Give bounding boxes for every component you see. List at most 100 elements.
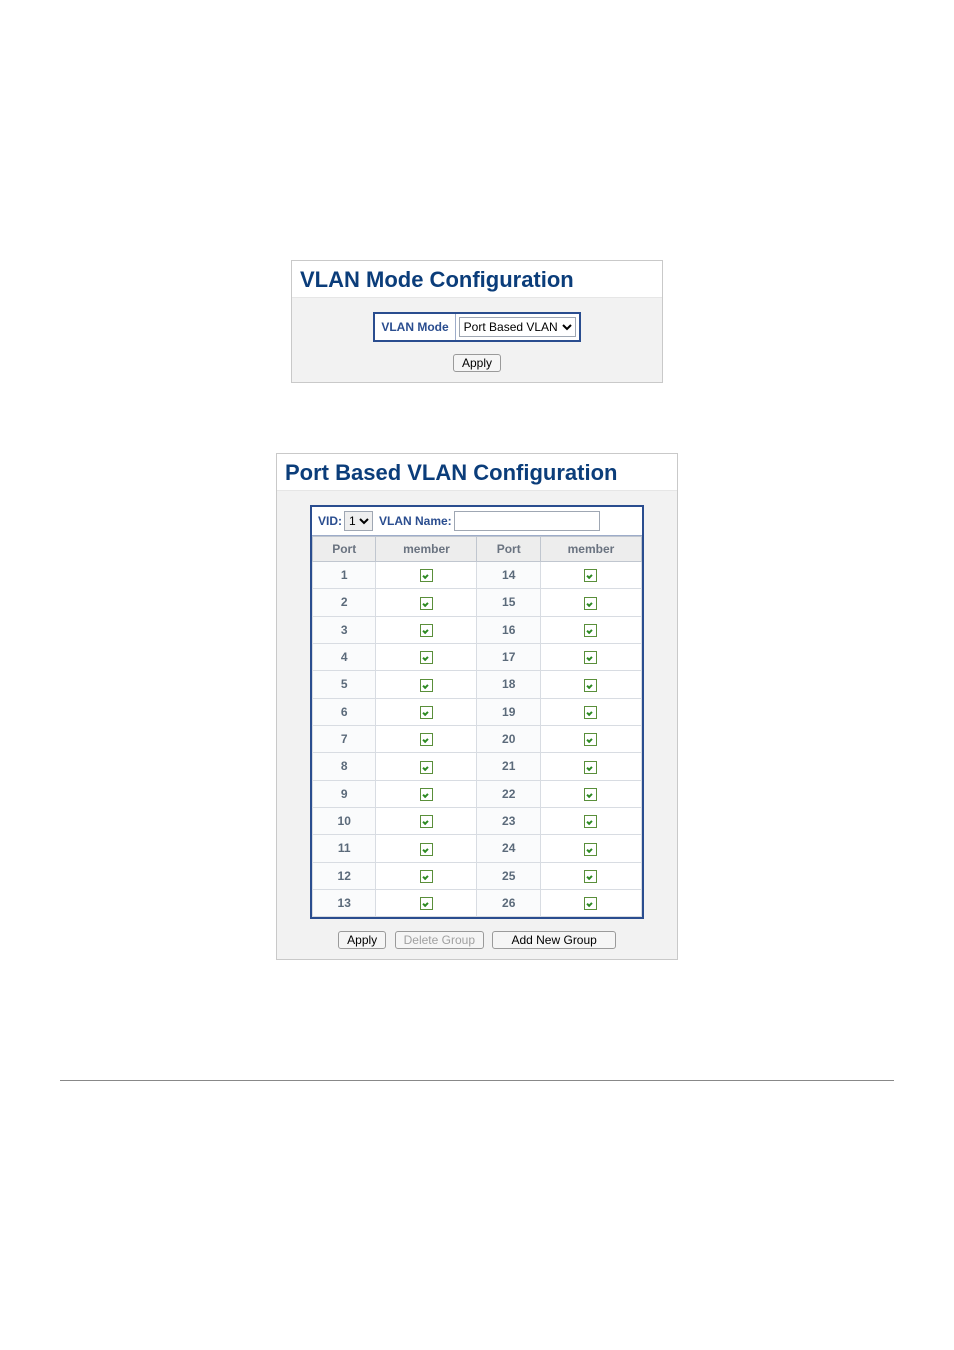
port-number: 14 xyxy=(477,562,540,589)
port-number: 19 xyxy=(477,698,540,725)
port-member-table: Port member Port member 1142153164175186… xyxy=(312,536,642,917)
member-cell xyxy=(540,698,641,725)
member-cell xyxy=(540,589,641,616)
member-cell xyxy=(376,589,477,616)
vid-bar: VID: 1 VLAN Name: xyxy=(312,507,642,536)
member-checkbox[interactable] xyxy=(420,597,433,610)
member-checkbox[interactable] xyxy=(584,679,597,692)
member-cell xyxy=(376,562,477,589)
vlan-mode-select[interactable]: Port Based VLAN xyxy=(459,317,576,337)
port-header: Port xyxy=(313,537,376,562)
table-row: 1124 xyxy=(313,835,642,862)
port-number: 23 xyxy=(477,807,540,834)
member-cell xyxy=(540,562,641,589)
port-number: 7 xyxy=(313,725,376,752)
add-new-group-button[interactable]: Add New Group xyxy=(492,931,615,949)
port-number: 20 xyxy=(477,725,540,752)
member-cell xyxy=(540,780,641,807)
member-checkbox[interactable] xyxy=(584,733,597,746)
port-based-vlan-panel: Port Based VLAN Configuration VID: 1 VLA… xyxy=(276,453,678,960)
member-cell xyxy=(540,807,641,834)
member-cell xyxy=(540,643,641,670)
table-row: 1326 xyxy=(313,889,642,916)
port-number: 16 xyxy=(477,616,540,643)
port-number: 2 xyxy=(313,589,376,616)
delete-group-button[interactable]: Delete Group xyxy=(395,931,484,949)
member-checkbox[interactable] xyxy=(584,788,597,801)
table-row: 8 21 xyxy=(313,753,642,780)
member-checkbox[interactable] xyxy=(420,815,433,828)
port-number: 3 xyxy=(313,616,376,643)
member-checkbox[interactable] xyxy=(584,706,597,719)
port-number: 10 xyxy=(313,807,376,834)
member-cell xyxy=(540,889,641,916)
member-checkbox[interactable] xyxy=(420,706,433,719)
port-number: 1 xyxy=(313,562,376,589)
port-number: 12 xyxy=(313,862,376,889)
member-checkbox[interactable] xyxy=(584,815,597,828)
member-cell xyxy=(376,889,477,916)
member-cell xyxy=(376,807,477,834)
member-checkbox[interactable] xyxy=(584,761,597,774)
vlan-mode-config-panel: VLAN Mode Configuration VLAN Mode Port B… xyxy=(291,260,663,383)
member-checkbox[interactable] xyxy=(584,624,597,637)
member-cell xyxy=(540,835,641,862)
port-number: 22 xyxy=(477,780,540,807)
member-cell xyxy=(376,862,477,889)
member-cell xyxy=(376,835,477,862)
table-row: 5 18 xyxy=(313,671,642,698)
member-checkbox[interactable] xyxy=(584,870,597,883)
member-cell xyxy=(540,616,641,643)
member-cell xyxy=(376,671,477,698)
port-number: 21 xyxy=(477,753,540,780)
vlan-mode-label: VLAN Mode xyxy=(375,315,454,339)
member-cell xyxy=(376,753,477,780)
member-cell xyxy=(376,725,477,752)
vlan-name-input[interactable] xyxy=(454,511,600,531)
member-cell xyxy=(540,862,641,889)
table-row: 7 20 xyxy=(313,725,642,752)
table-row: 3 16 xyxy=(313,616,642,643)
member-checkbox[interactable] xyxy=(420,624,433,637)
member-header: member xyxy=(376,537,477,562)
member-checkbox[interactable] xyxy=(584,597,597,610)
footer-divider xyxy=(60,1080,894,1081)
vlan-name-label: VLAN Name: xyxy=(379,514,452,528)
member-checkbox[interactable] xyxy=(420,897,433,910)
member-cell xyxy=(540,725,641,752)
port-based-vlan-title: Port Based VLAN Configuration xyxy=(277,454,677,491)
port-number: 18 xyxy=(477,671,540,698)
port-config-container: VID: 1 VLAN Name: Port member Port membe… xyxy=(310,505,644,919)
table-row: 1225 xyxy=(313,862,642,889)
member-checkbox[interactable] xyxy=(420,679,433,692)
port-number: 15 xyxy=(477,589,540,616)
member-checkbox[interactable] xyxy=(420,788,433,801)
member-checkbox[interactable] xyxy=(420,569,433,582)
member-checkbox[interactable] xyxy=(584,569,597,582)
member-cell xyxy=(376,616,477,643)
member-checkbox[interactable] xyxy=(584,843,597,856)
vid-label: VID: xyxy=(318,514,342,528)
member-checkbox[interactable] xyxy=(420,870,433,883)
port-number: 17 xyxy=(477,643,540,670)
vid-select[interactable]: 1 xyxy=(344,511,373,531)
member-checkbox[interactable] xyxy=(584,651,597,664)
member-checkbox[interactable] xyxy=(420,843,433,856)
port-number: 11 xyxy=(313,835,376,862)
member-cell xyxy=(540,753,641,780)
apply-button[interactable]: Apply xyxy=(338,931,386,949)
table-row: 1 14 xyxy=(313,562,642,589)
table-row: 2 15 xyxy=(313,589,642,616)
port-number: 5 xyxy=(313,671,376,698)
port-number: 8 xyxy=(313,753,376,780)
member-checkbox[interactable] xyxy=(420,651,433,664)
member-checkbox[interactable] xyxy=(584,897,597,910)
member-checkbox[interactable] xyxy=(420,733,433,746)
port-number: 9 xyxy=(313,780,376,807)
port-number: 13 xyxy=(313,889,376,916)
port-number: 6 xyxy=(313,698,376,725)
table-row: 417 xyxy=(313,643,642,670)
member-header: member xyxy=(540,537,641,562)
apply-button[interactable]: Apply xyxy=(453,354,501,372)
member-checkbox[interactable] xyxy=(420,761,433,774)
